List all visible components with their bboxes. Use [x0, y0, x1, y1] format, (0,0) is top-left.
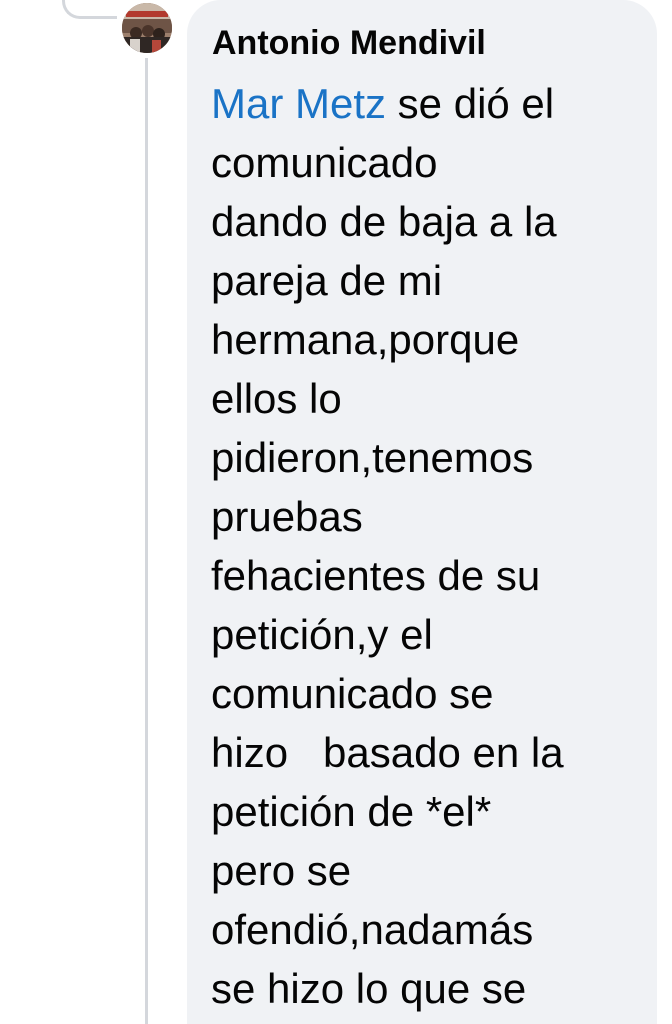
comment-line: se dió el: [386, 80, 555, 127]
comment-bubble: Antonio Mendivil Mar Metz se dió el comu…: [187, 0, 657, 1024]
comment-line: hizo basado en la: [211, 729, 564, 776]
comment-line: petición de *el*: [211, 788, 492, 835]
thread-connector-line: [145, 58, 148, 1024]
avatar[interactable]: [122, 3, 172, 53]
comment-line: ofendió,nadamás: [211, 906, 534, 953]
mention-link[interactable]: Mar Metz: [211, 80, 386, 127]
comment-line: ellos lo: [211, 375, 342, 422]
comment-line: dando de baja a la: [211, 198, 557, 245]
comment-line: pero se: [211, 847, 352, 894]
comment-line: comunicado se: [211, 670, 494, 717]
thread-connector-curve: [62, 0, 117, 19]
comment-line: pruebas: [211, 493, 363, 540]
comment-line: comunicado: [211, 139, 438, 186]
comment-line: fehacientes de su: [211, 552, 541, 599]
comment-line: pareja de mi: [211, 257, 443, 304]
profile-photo-icon: [122, 3, 172, 53]
comment-text: Mar Metz se dió el comunicado dando de b…: [211, 74, 657, 1018]
comment-author[interactable]: Antonio Mendivil: [212, 22, 657, 64]
comment-line: pidieron,tenemos: [211, 434, 534, 481]
comment-line: petición,y el: [211, 611, 433, 658]
comment-thread: Antonio Mendivil Mar Metz se dió el comu…: [0, 0, 672, 1024]
comment-line: se hizo lo que se: [211, 965, 527, 1012]
comment-line: hermana,porque: [211, 316, 520, 363]
